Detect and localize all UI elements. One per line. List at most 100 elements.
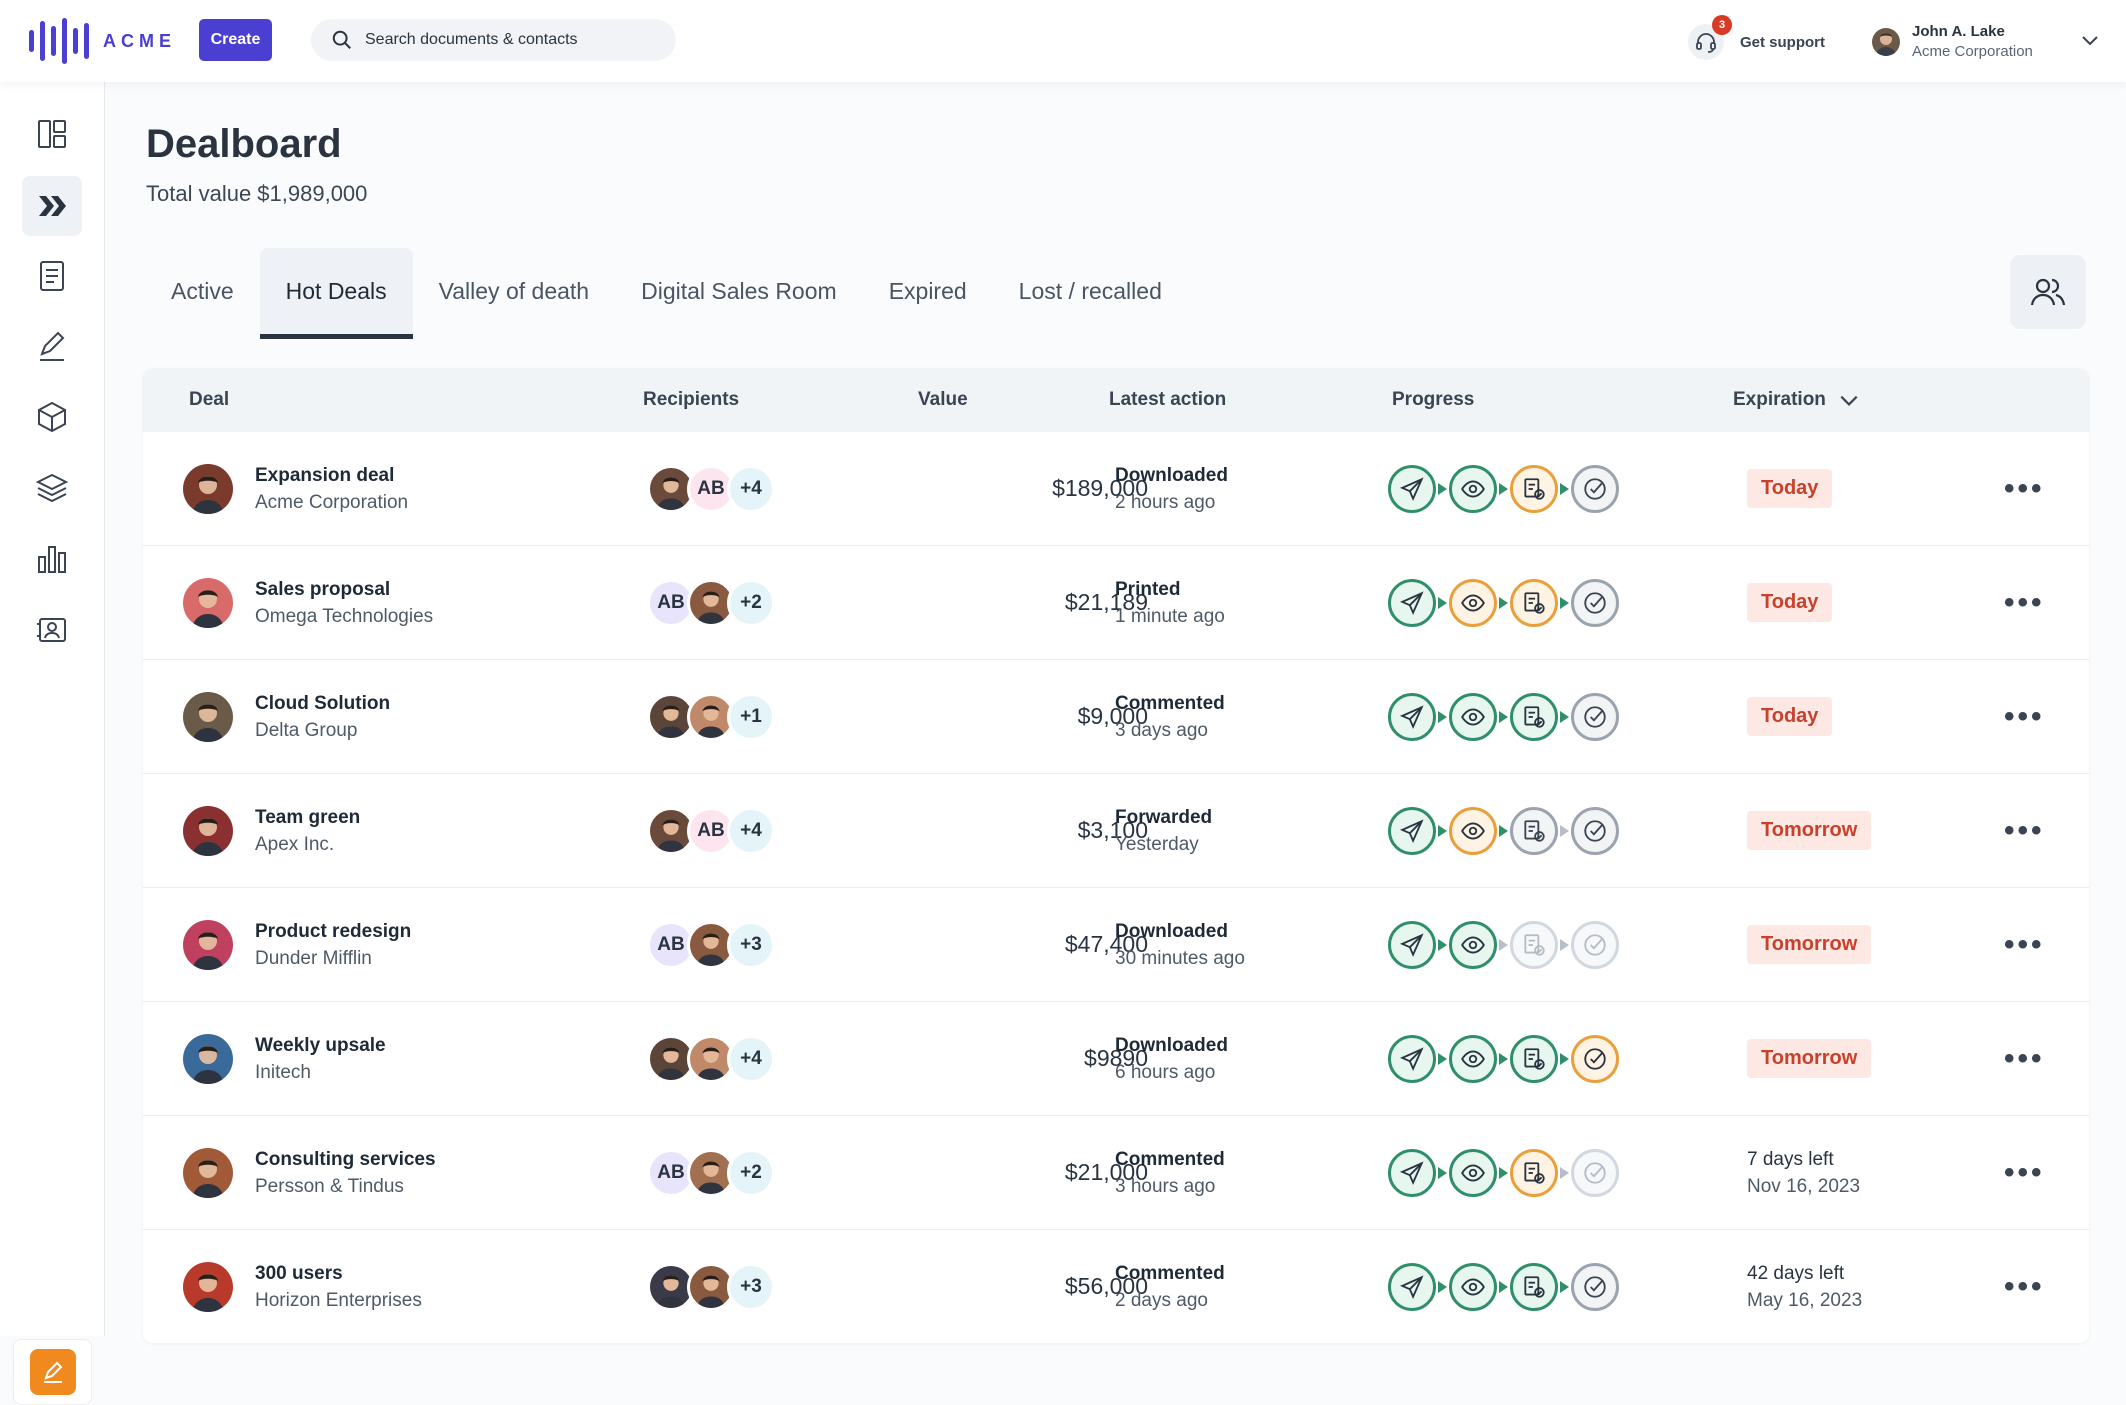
- recipient-more-count[interactable]: +1: [727, 692, 775, 741]
- progress-step[interactable]: [1510, 1148, 1558, 1197]
- dashboard-icon[interactable]: [22, 104, 82, 164]
- recipient-more-count[interactable]: +4: [727, 1034, 775, 1083]
- progress-step[interactable]: [1510, 806, 1558, 855]
- progress-step[interactable]: [1449, 920, 1497, 969]
- user-menu[interactable]: John A. Lake Acme Corporation: [1872, 20, 2033, 64]
- search-box[interactable]: [311, 19, 676, 61]
- deal-cell[interactable]: Team green Apex Inc.: [183, 774, 360, 887]
- products-icon[interactable]: [22, 387, 82, 447]
- progress-step[interactable]: [1388, 920, 1436, 969]
- tab-lost-recalled[interactable]: Lost / recalled: [993, 248, 1188, 338]
- header-deal[interactable]: Deal: [189, 368, 229, 432]
- progress-step[interactable]: [1388, 692, 1436, 741]
- recipient-more-count[interactable]: +2: [727, 1148, 775, 1197]
- tab-expired[interactable]: Expired: [863, 248, 993, 338]
- progress-step[interactable]: [1571, 920, 1619, 969]
- team-view-button[interactable]: [2010, 255, 2086, 329]
- progress-step[interactable]: [1388, 1148, 1436, 1197]
- progress-step[interactable]: [1449, 578, 1497, 627]
- progress-step[interactable]: [1571, 1148, 1619, 1197]
- header-recipients[interactable]: Recipients: [643, 368, 739, 432]
- sign-document-button[interactable]: [13, 1339, 92, 1405]
- progress-step[interactable]: [1449, 1262, 1497, 1311]
- tab-hot-deals[interactable]: Hot Deals: [259, 248, 413, 339]
- recipient-more-count[interactable]: +3: [727, 1262, 775, 1311]
- progress-step[interactable]: [1571, 806, 1619, 855]
- progress-step[interactable]: [1388, 806, 1436, 855]
- create-button[interactable]: Create: [199, 19, 272, 61]
- progress-step[interactable]: [1388, 578, 1436, 627]
- more-options-icon[interactable]: •••: [1998, 1155, 2051, 1191]
- recipient-more-count[interactable]: +3: [727, 920, 775, 969]
- recipient-more-count[interactable]: +4: [727, 806, 775, 855]
- recipients-cell[interactable]: +1: [647, 660, 775, 773]
- header-latest-action[interactable]: Latest action: [1109, 368, 1226, 432]
- layers-icon[interactable]: [22, 458, 82, 518]
- deal-cell[interactable]: 300 users Horizon Enterprises: [183, 1230, 422, 1343]
- progress-step[interactable]: [1510, 464, 1558, 513]
- signature-icon[interactable]: [22, 316, 82, 376]
- progress-step[interactable]: [1449, 1034, 1497, 1083]
- more-options-icon[interactable]: •••: [1998, 585, 2051, 621]
- recipient-more-count[interactable]: +2: [727, 578, 775, 627]
- recipients-cell[interactable]: +4: [647, 1002, 775, 1115]
- acme-logo[interactable]: ACME: [29, 18, 176, 64]
- progress-step[interactable]: [1449, 692, 1497, 741]
- header-expiration[interactable]: Expiration: [1733, 368, 1860, 432]
- progress-step[interactable]: [1388, 1262, 1436, 1311]
- deal-cell[interactable]: Sales proposal Omega Technologies: [183, 546, 433, 659]
- more-options-icon[interactable]: •••: [1998, 471, 2051, 507]
- recipients-cell[interactable]: AB +3: [647, 888, 775, 1001]
- recipients-cell[interactable]: AB +2: [647, 546, 775, 659]
- more-options-icon[interactable]: •••: [1998, 813, 2051, 849]
- get-support-button[interactable]: 3 Get support: [1688, 15, 1825, 63]
- contacts-icon[interactable]: [22, 600, 82, 660]
- more-options-icon[interactable]: •••: [1998, 927, 2051, 963]
- progress-step[interactable]: [1571, 1262, 1619, 1311]
- tab-active[interactable]: Active: [145, 248, 260, 338]
- table-row[interactable]: Expansion deal Acme Corporation AB +4 $18…: [143, 432, 2089, 545]
- more-options-icon[interactable]: •••: [1998, 1041, 2051, 1077]
- progress-step[interactable]: [1510, 920, 1558, 969]
- recipients-cell[interactable]: AB +2: [647, 1116, 775, 1229]
- analytics-icon[interactable]: [22, 529, 82, 589]
- recipients-cell[interactable]: AB +4: [647, 432, 775, 545]
- table-row[interactable]: Cloud Solution Delta Group +1 $9,000 Com…: [143, 659, 2089, 773]
- table-row[interactable]: Sales proposal Omega Technologies AB +2 …: [143, 545, 2089, 659]
- progress-step[interactable]: [1510, 578, 1558, 627]
- tab-valley-of-death[interactable]: Valley of death: [413, 248, 615, 338]
- table-row[interactable]: Team green Apex Inc. AB +4 $3,100 Forward…: [143, 773, 2089, 887]
- deal-cell[interactable]: Cloud Solution Delta Group: [183, 660, 390, 773]
- deal-cell[interactable]: Weekly upsale Initech: [183, 1002, 386, 1115]
- progress-step[interactable]: [1571, 464, 1619, 513]
- more-options-icon[interactable]: •••: [1998, 1269, 2051, 1305]
- table-row[interactable]: 300 users Horizon Enterprises +3 $56,000…: [143, 1229, 2089, 1343]
- search-input[interactable]: [363, 30, 667, 50]
- table-row[interactable]: Weekly upsale Initech +4 $9890 Downloade…: [143, 1001, 2089, 1115]
- documents-icon[interactable]: [22, 246, 82, 306]
- deal-cell[interactable]: Product redesign Dunder Mifflin: [183, 888, 411, 1001]
- progress-step[interactable]: [1571, 578, 1619, 627]
- recipients-cell[interactable]: AB +4: [647, 774, 775, 887]
- progress-step[interactable]: [1449, 1148, 1497, 1197]
- progress-step[interactable]: [1571, 692, 1619, 741]
- header-progress[interactable]: Progress: [1392, 368, 1474, 432]
- recipients-cell[interactable]: +3: [647, 1230, 775, 1343]
- progress-step[interactable]: [1388, 1034, 1436, 1083]
- progress-step[interactable]: [1449, 464, 1497, 513]
- progress-step[interactable]: [1510, 1034, 1558, 1083]
- progress-step[interactable]: [1510, 692, 1558, 741]
- more-options-icon[interactable]: •••: [1998, 699, 2051, 735]
- tab-digital-sales-room[interactable]: Digital Sales Room: [615, 248, 863, 338]
- table-row[interactable]: Product redesign Dunder Mifflin AB +3 $4…: [143, 887, 2089, 1001]
- dealboard-icon[interactable]: [22, 176, 82, 236]
- deal-cell[interactable]: Expansion deal Acme Corporation: [183, 432, 408, 545]
- progress-step[interactable]: [1571, 1034, 1619, 1083]
- header-value[interactable]: Value: [918, 368, 968, 432]
- progress-step[interactable]: [1388, 464, 1436, 513]
- recipient-more-count[interactable]: +4: [727, 464, 775, 513]
- progress-step[interactable]: [1510, 1262, 1558, 1311]
- chevron-down-icon[interactable]: [2080, 30, 2100, 50]
- progress-step[interactable]: [1449, 806, 1497, 855]
- table-row[interactable]: Consulting services Persson & Tindus AB …: [143, 1115, 2089, 1229]
